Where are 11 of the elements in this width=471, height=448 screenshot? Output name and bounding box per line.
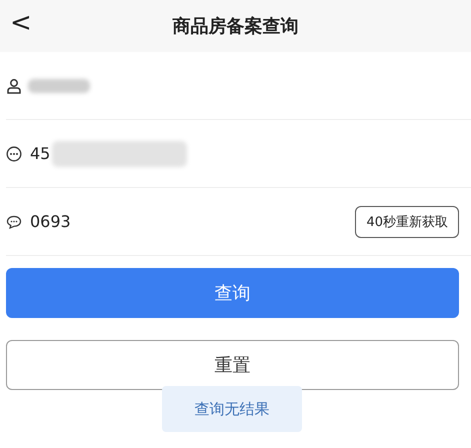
query-button[interactable]: 查询 xyxy=(6,268,459,318)
field-value: 0693 xyxy=(30,212,71,231)
reset-button[interactable]: 重置 xyxy=(6,340,459,390)
toast-message: 查询无结果 xyxy=(162,386,302,432)
page-title: 商品房备案查询 xyxy=(172,15,298,38)
person-icon xyxy=(6,78,22,94)
back-button[interactable]: < xyxy=(6,8,36,38)
resend-code-button[interactable]: 40秒重新获取 xyxy=(355,206,459,238)
ellipsis-circle-icon xyxy=(6,146,22,162)
chat-icon xyxy=(6,214,22,230)
field-value: 45 xyxy=(30,144,50,163)
